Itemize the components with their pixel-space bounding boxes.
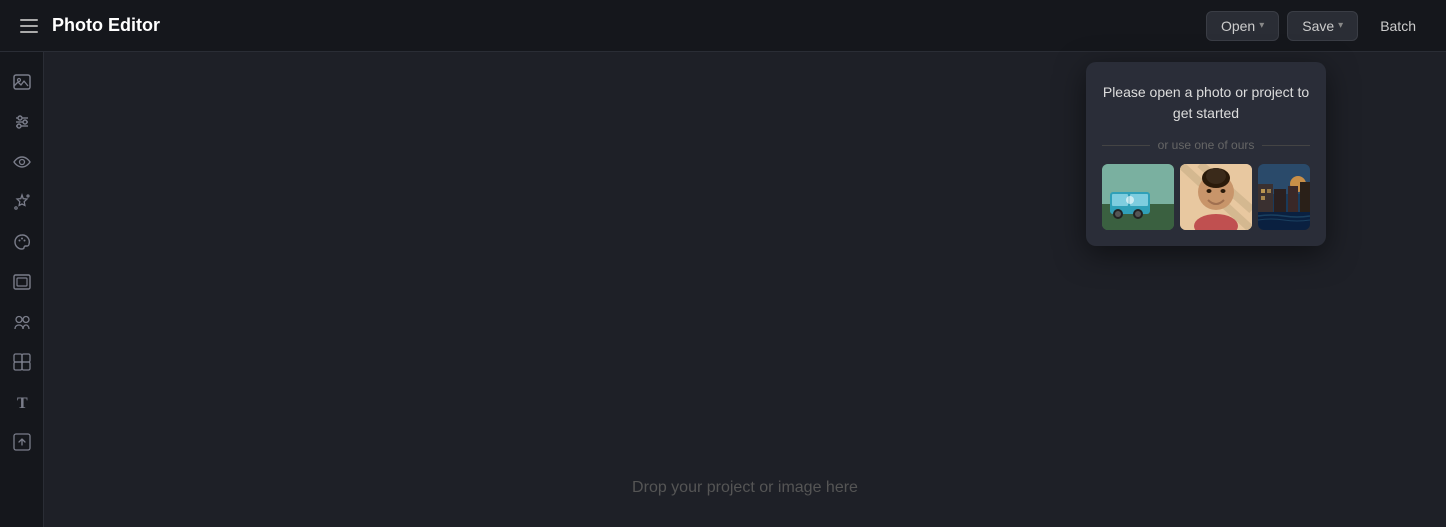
palette-icon[interactable] [4,224,40,260]
svg-text:T: T [17,395,28,412]
smart-icon[interactable] [4,344,40,380]
effects-icon[interactable] [4,184,40,220]
batch-button[interactable]: Batch [1366,12,1430,40]
person-thumbnail[interactable] [1180,164,1252,230]
image-icon[interactable] [4,64,40,100]
faces-icon[interactable] [4,304,40,340]
van-thumbnail[interactable] [1102,164,1174,230]
canal-thumbnail[interactable] [1258,164,1310,230]
header-right: Open ▾ Save ▾ Batch [1206,11,1430,41]
drop-text: Drop your project or image here [632,479,858,497]
menu-icon[interactable] [16,15,42,37]
open-button[interactable]: Open ▾ [1206,11,1279,41]
header: Photo Editor Open ▾ Save ▾ Batch [0,0,1446,52]
divider-line-right [1262,145,1310,146]
divider-line-left [1102,145,1150,146]
popup-images [1102,164,1310,230]
frame-icon[interactable] [4,264,40,300]
save-label: Save [1302,18,1334,34]
header-left: Photo Editor [16,15,160,37]
popup-title: Please open a photo or project to get st… [1102,82,1310,124]
main-layout: T Please open a photo or project to get … [0,52,1446,527]
sidebar: T [0,52,44,527]
adjustments-icon[interactable] [4,104,40,140]
save-chevron-icon: ▾ [1338,20,1343,31]
app-title: Photo Editor [52,15,160,36]
export-icon[interactable] [4,424,40,460]
open-label: Open [1221,18,1255,34]
popup-divider: or use one of ours [1102,138,1310,152]
text-icon[interactable]: T [4,384,40,420]
canvas-area[interactable]: Please open a photo or project to get st… [44,52,1446,527]
popup-card: Please open a photo or project to get st… [1086,62,1326,246]
eye-icon[interactable] [4,144,40,180]
divider-text: or use one of ours [1158,138,1255,152]
open-chevron-icon: ▾ [1259,20,1264,31]
save-button[interactable]: Save ▾ [1287,11,1358,41]
